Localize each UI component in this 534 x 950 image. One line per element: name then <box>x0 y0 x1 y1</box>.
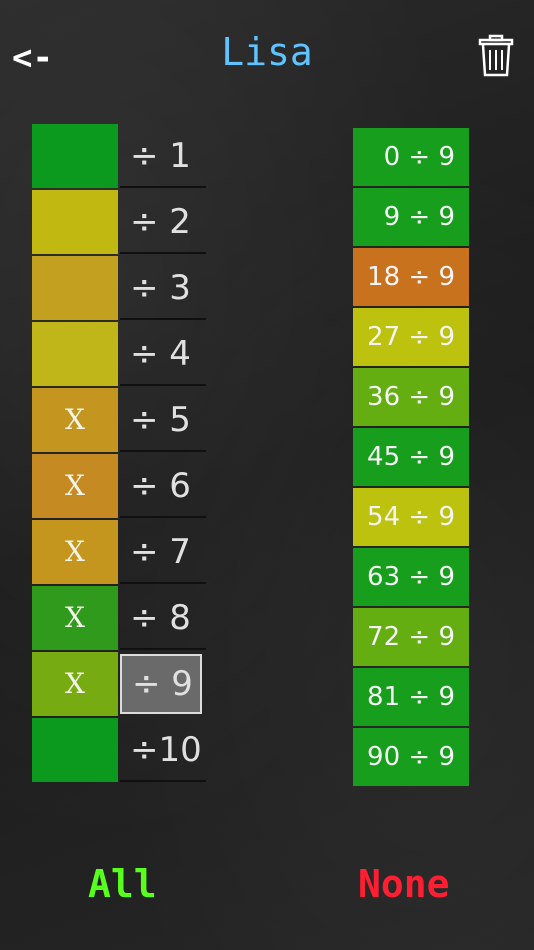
problem-item[interactable]: 0 ÷ 9 <box>353 128 469 186</box>
problem-item[interactable]: 81 ÷ 9 <box>353 668 469 726</box>
divisor-row[interactable]: ÷ 4 <box>32 322 212 388</box>
select-none-button[interactable]: None <box>358 862 450 906</box>
divisor-label[interactable]: ÷ 4 <box>120 322 206 386</box>
divisor-label[interactable]: ÷ 3 <box>120 256 206 320</box>
divisor-status-swatch[interactable] <box>32 256 118 320</box>
divisor-status-swatch[interactable]: X <box>32 454 118 518</box>
divisor-label-selected[interactable]: ÷ 9 <box>120 654 202 714</box>
divisor-status-swatch[interactable]: X <box>32 586 118 650</box>
select-all-button[interactable]: All <box>88 862 157 906</box>
divisor-row[interactable]: X ÷ 8 <box>32 586 212 652</box>
problem-item[interactable]: 72 ÷ 9 <box>353 608 469 666</box>
divisor-row[interactable]: ÷ 2 <box>32 190 212 256</box>
divisor-status-swatch[interactable]: X <box>32 652 118 716</box>
divisor-row[interactable]: ÷ 3 <box>32 256 212 322</box>
problem-item[interactable]: 90 ÷ 9 <box>353 728 469 786</box>
divisor-label[interactable]: ÷ 5 <box>120 388 206 452</box>
problem-list: 0 ÷ 99 ÷ 9 18 ÷ 9 27 ÷ 9 36 ÷ 9 45 ÷ 9 54 ÷ 9… <box>353 128 469 788</box>
divisor-status-swatch[interactable]: X <box>32 388 118 452</box>
problem-item[interactable]: 45 ÷ 9 <box>353 428 469 486</box>
header: <- Lisa <box>0 0 534 110</box>
problem-item[interactable]: 63 ÷ 9 <box>353 548 469 606</box>
divisor-status-swatch[interactable] <box>32 718 118 782</box>
problem-item[interactable]: 9 ÷ 9 <box>353 188 469 246</box>
divisor-label[interactable]: ÷ 7 <box>120 520 206 584</box>
divisor-label[interactable]: ÷10 <box>120 718 206 782</box>
divisor-row[interactable]: ÷10 <box>32 718 212 784</box>
divisor-label[interactable]: ÷ 1 <box>120 124 206 188</box>
divisor-row[interactable]: X ÷ 7 <box>32 520 212 586</box>
trash-button[interactable] <box>476 34 516 78</box>
divisor-label[interactable]: ÷ 6 <box>120 454 206 518</box>
divisor-status-swatch[interactable] <box>32 190 118 254</box>
divisor-row[interactable]: X ÷ 5 <box>32 388 212 454</box>
problem-item[interactable]: 18 ÷ 9 <box>353 248 469 306</box>
page-title: Lisa <box>221 30 313 74</box>
divisor-status-swatch[interactable] <box>32 124 118 188</box>
divisor-grid: ÷ 1 ÷ 2 ÷ 3 ÷ 4 X ÷ 5 X ÷ 6 X ÷ 7 X ÷ 8 X ÷ 9 ÷10 <box>32 124 212 784</box>
trash-icon <box>478 34 514 77</box>
divisor-label[interactable]: ÷ 2 <box>120 190 206 254</box>
divisor-row[interactable]: ÷ 1 <box>32 124 212 190</box>
divisor-row[interactable]: X ÷ 9 <box>32 652 212 718</box>
divisor-row[interactable]: X ÷ 6 <box>32 454 212 520</box>
problem-item[interactable]: 54 ÷ 9 <box>353 488 469 546</box>
divisor-label[interactable]: ÷ 8 <box>120 586 206 650</box>
problem-item[interactable]: 36 ÷ 9 <box>353 368 469 426</box>
problem-item[interactable]: 27 ÷ 9 <box>353 308 469 366</box>
divisor-status-swatch[interactable]: X <box>32 520 118 584</box>
divisor-status-swatch[interactable] <box>32 322 118 386</box>
